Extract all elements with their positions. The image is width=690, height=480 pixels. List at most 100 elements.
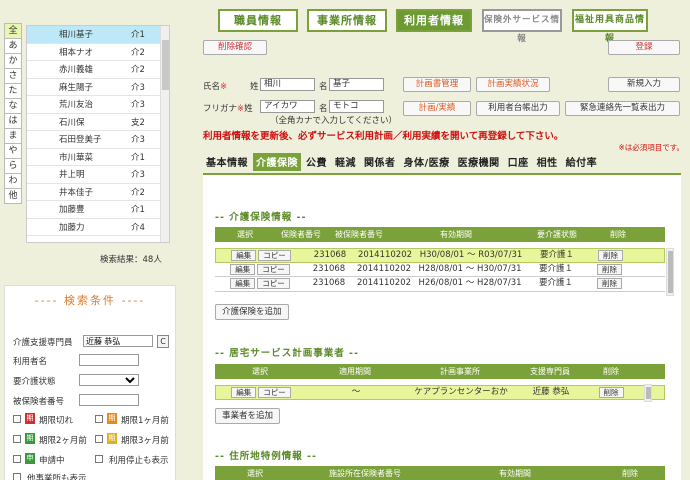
column-header: 計画事業所 xyxy=(440,367,480,376)
tab-0[interactable]: 基本情報 xyxy=(203,153,251,171)
other-office-checkbox[interactable] xyxy=(13,473,21,480)
month3-checkbox[interactable] xyxy=(95,435,103,443)
kana-tab-0[interactable]: 全 xyxy=(4,23,22,39)
applying-checkbox[interactable] xyxy=(13,455,21,463)
list-item[interactable]: 井本佳子 介2 xyxy=(27,184,169,201)
edit-button[interactable]: 編集 xyxy=(230,263,256,275)
kana-tab-5[interactable]: な xyxy=(4,98,22,114)
stopped-checkbox[interactable] xyxy=(95,455,103,463)
month2-label: 期限2ヶ月前 xyxy=(39,436,87,446)
ledger-output-button[interactable]: 利用者台帳出力 xyxy=(476,101,560,116)
add-care-insurance-button[interactable]: 介護保険を追加 xyxy=(215,304,289,320)
plan-mgmt-button[interactable]: 計画書管理 xyxy=(403,77,471,92)
care-manager: 近藤 恭弘 xyxy=(532,387,570,397)
delete-cell: 削除 xyxy=(587,263,632,277)
expired-checkbox[interactable] xyxy=(13,415,21,423)
tab-7[interactable]: 口座 xyxy=(505,153,532,171)
tab-4[interactable]: 関係者 xyxy=(361,153,399,171)
tab-2[interactable]: 公費 xyxy=(303,153,330,171)
stopped-label: 利用停止も表示 xyxy=(109,456,169,466)
plan-office: ケアプランセンターおか xyxy=(414,387,508,397)
copy-button[interactable]: コピー xyxy=(258,387,291,398)
care-manager-input[interactable] xyxy=(83,335,153,347)
plan-actual-button[interactable]: 計画/実績 xyxy=(403,101,471,116)
last-name-input[interactable]: 相川 xyxy=(260,78,315,91)
list-item[interactable]: 加藤力 介4 xyxy=(27,219,169,236)
copy-button[interactable]: コピー xyxy=(257,263,290,275)
list-item[interactable]: 赤川義雄 介2 xyxy=(27,61,169,79)
delete-confirm-button[interactable]: 削除確認 xyxy=(203,40,267,55)
valid-period: H30/08/01 ～ R03/07/31 xyxy=(419,250,523,260)
kana-tab-4[interactable]: た xyxy=(4,83,22,99)
clear-care-manager-button[interactable]: C xyxy=(157,335,169,348)
insurer-no: 231068 xyxy=(312,278,346,288)
care-level-select[interactable] xyxy=(79,374,139,386)
tab-9[interactable]: 給付率 xyxy=(563,153,601,171)
kana-tab-2[interactable]: か xyxy=(4,53,22,69)
list-item[interactable]: 荒川友治 介3 xyxy=(27,96,169,114)
first-name-input[interactable]: 基子 xyxy=(329,78,384,91)
nav-welfare[interactable]: 福祉用具商品情報 xyxy=(572,9,648,44)
new-entry-button[interactable]: 新規入力 xyxy=(608,77,680,92)
list-item[interactable]: 相本ナオ 介2 xyxy=(27,44,169,61)
table-row: 編集 コピー 231068 2014110202 H28/08/01 ～ H30/07/… xyxy=(215,263,665,277)
kana-first-input[interactable]: モトコ xyxy=(329,100,384,113)
tab-1[interactable]: 介護保険 xyxy=(253,153,301,171)
kana-tab-1[interactable]: あ xyxy=(4,38,22,54)
copy-button[interactable]: コピー xyxy=(257,278,290,289)
kana-index: 全あかさたなはまやらわ他 xyxy=(4,23,22,204)
nav-office[interactable]: 事業所情報 xyxy=(307,9,387,32)
kana-tab-11[interactable]: 他 xyxy=(4,188,22,204)
care-level: 要介護１ xyxy=(538,263,573,274)
kana-tab-3[interactable]: さ xyxy=(4,68,22,84)
column-header: 削除 xyxy=(610,230,626,239)
list-item[interactable]: 市川華菜 介1 xyxy=(27,149,169,166)
care-plan-scrollbar[interactable] xyxy=(644,384,652,402)
list-item[interactable]: 石川保 支2 xyxy=(27,114,169,131)
delete-cell: 削除 xyxy=(586,386,636,399)
list-item[interactable]: 井上明 介3 xyxy=(27,166,169,184)
insured-no-input[interactable] xyxy=(79,394,139,406)
month2-checkbox[interactable] xyxy=(13,435,21,443)
delete-button[interactable]: 削除 xyxy=(597,278,622,289)
care-insurance-scrollbar[interactable] xyxy=(666,248,674,296)
tab-6[interactable]: 医療機関 xyxy=(455,153,503,171)
delete-button[interactable]: 削除 xyxy=(598,250,623,261)
plan-status-button[interactable]: 計画実績状況 xyxy=(476,77,550,92)
list-item[interactable]: 相川基子 介1 xyxy=(27,26,169,44)
tab-3[interactable]: 軽減 xyxy=(332,153,359,171)
nav-user[interactable]: 利用者情報 xyxy=(396,9,472,32)
tab-8[interactable]: 相性 xyxy=(534,153,561,171)
edit-button[interactable]: 編集 xyxy=(231,250,257,261)
kana-tab-6[interactable]: は xyxy=(4,113,22,129)
user-name: 加藤力 xyxy=(59,222,85,233)
user-name-label: 利用者名 xyxy=(13,357,48,367)
delete-button[interactable]: 削除 xyxy=(597,263,622,275)
month1-tag: 期 xyxy=(107,413,117,424)
kana-last-input[interactable]: アイカワ xyxy=(260,100,315,113)
copy-button[interactable]: コピー xyxy=(258,250,291,261)
list-item[interactable]: 加藤豊 介1 xyxy=(27,201,169,219)
list-item[interactable]: 石田登美子 介3 xyxy=(27,131,169,149)
delete-button[interactable]: 削除 xyxy=(598,387,624,398)
edit-button[interactable]: 編集 xyxy=(231,387,257,398)
kana-tab-7[interactable]: ま xyxy=(4,128,22,144)
nav-staff[interactable]: 職員情報 xyxy=(218,9,298,32)
column-header: 選択 xyxy=(252,367,268,376)
list-item[interactable]: 麻生陽子 介3 xyxy=(27,79,169,96)
emergency-list-button[interactable]: 緊急連絡先一覧表出力 xyxy=(565,101,680,116)
add-office-button[interactable]: 事業者を追加 xyxy=(215,408,281,424)
tab-5[interactable]: 身体/医療 xyxy=(401,153,453,171)
kana-tab-10[interactable]: わ xyxy=(4,173,22,189)
kana-tab-9[interactable]: ら xyxy=(4,158,22,174)
user-name-input[interactable] xyxy=(79,354,139,366)
kana-tab-8[interactable]: や xyxy=(4,143,22,159)
nav-noninsured[interactable]: 保険外サービス情報 xyxy=(482,9,562,44)
user-name: 井本佳子 xyxy=(59,187,94,198)
month1-checkbox[interactable] xyxy=(95,415,103,423)
register-button[interactable]: 登録 xyxy=(608,40,680,55)
care-level: 要介護１ xyxy=(538,278,573,288)
user-list-scrollbar[interactable] xyxy=(160,26,169,242)
column-header: 有効期間 xyxy=(499,469,531,478)
edit-button[interactable]: 編集 xyxy=(230,278,256,289)
